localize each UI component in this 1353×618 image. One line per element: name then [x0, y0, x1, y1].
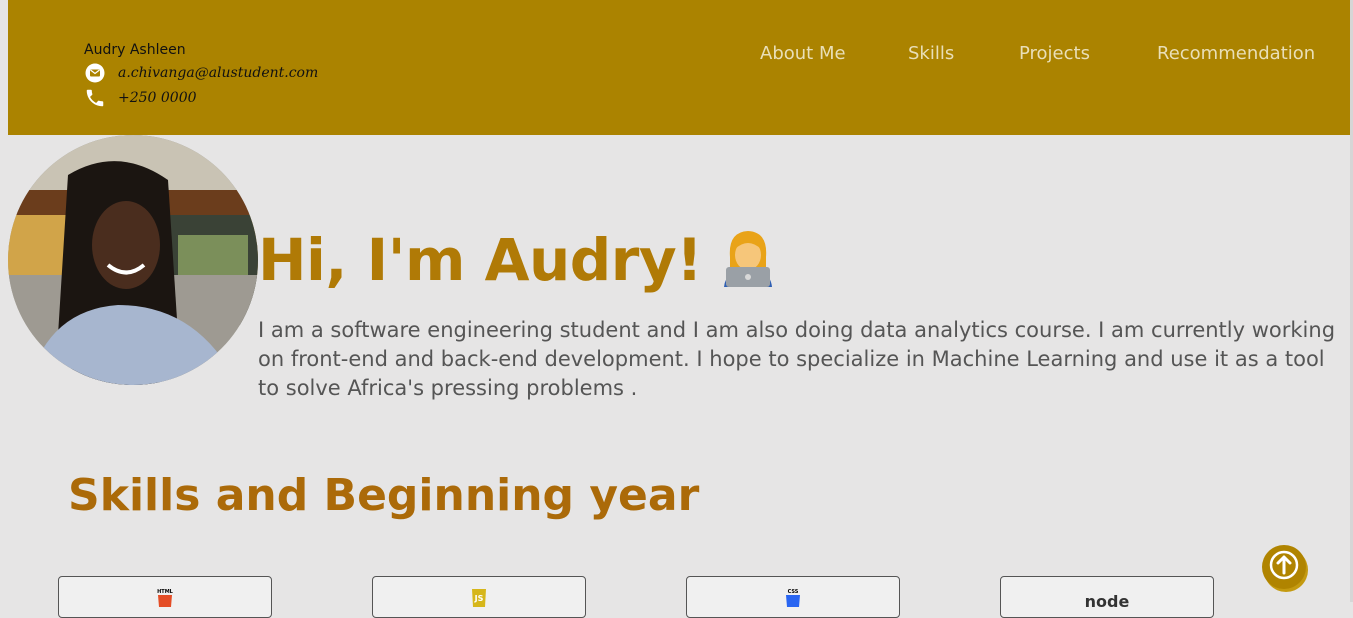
woman-technologist-emoji-icon [720, 227, 776, 301]
scroll-to-top-button[interactable] [1262, 545, 1306, 589]
skill-card-node[interactable]: node [1000, 576, 1214, 618]
skill-card-js[interactable]: JS [372, 576, 586, 618]
hero-title-text: Hi, I'm Audry! [258, 226, 703, 294]
skill-card-css[interactable]: CSS [686, 576, 900, 618]
svg-text:CSS: CSS [788, 589, 799, 595]
phone-text[interactable]: +250 0000 [118, 90, 197, 106]
phone-row: +250 0000 [84, 85, 318, 110]
nav-projects[interactable]: Projects [1019, 43, 1090, 64]
nav-skills[interactable]: Skills [908, 43, 954, 64]
nav-about-me[interactable]: About Me [760, 43, 846, 64]
arrow-up-icon [1269, 550, 1299, 584]
skill-card-html[interactable]: HTML [58, 576, 272, 618]
hero-heading: Hi, I'm Audry! [258, 226, 776, 301]
css-logo-icon: CSS [781, 587, 805, 611]
nav-recommendation[interactable]: Recommendation [1157, 43, 1315, 64]
bio-paragraph: I am a software engineering student and … [258, 318, 1336, 400]
html-logo-icon: HTML [153, 587, 177, 611]
svg-text:HTML: HTML [157, 589, 174, 595]
node-logo-icon: node [1077, 587, 1137, 611]
svg-text:node: node [1085, 592, 1130, 607]
profile-photo [8, 135, 258, 385]
skills-heading: Skills and Beginning year [68, 470, 700, 521]
phone-icon [84, 87, 106, 109]
site-header: Audry Ashleen a.chivanga@alustudent.com … [8, 0, 1350, 135]
main-nav: About Me Skills Projects Recommendation [8, 43, 1350, 67]
js-logo-icon: JS [467, 587, 491, 611]
